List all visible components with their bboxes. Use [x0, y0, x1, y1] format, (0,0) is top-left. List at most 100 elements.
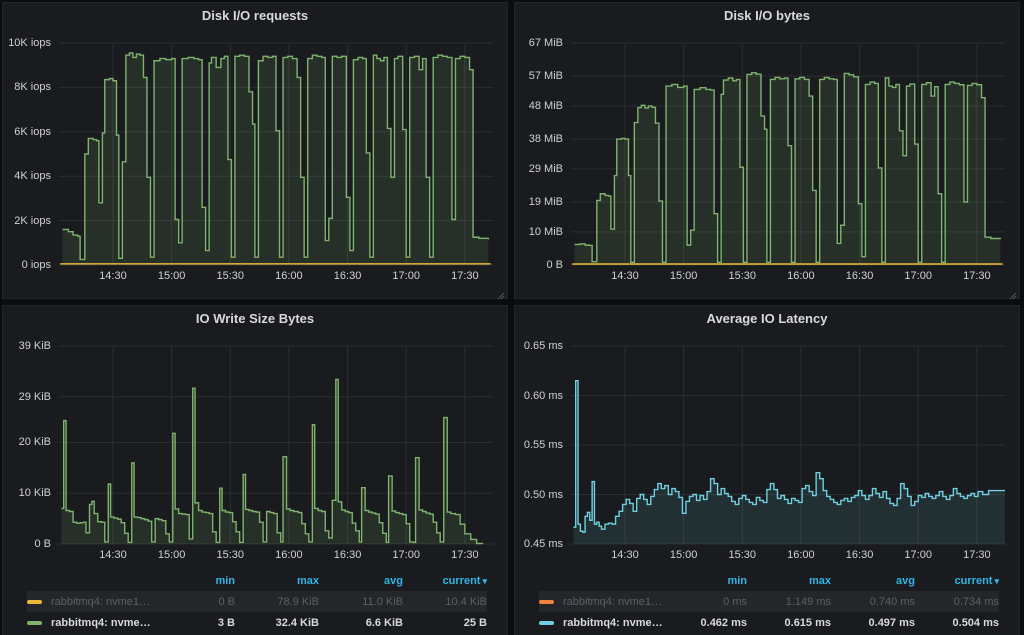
x-tick-label: 17:00	[392, 549, 420, 561]
legend-avg-value: 11.0 KiB	[319, 596, 403, 608]
x-tick-label: 14:30	[99, 270, 127, 282]
legend-row: rabbitmq4: nvme1n1: write 0 B 78.9 KiB 1…	[27, 591, 487, 612]
y-tick-label: 0 iops	[22, 259, 51, 271]
series-name[interactable]: rabbitmq4: nvme1n1: write	[51, 596, 151, 608]
panel-title[interactable]: Disk I/O requests	[3, 3, 507, 29]
series-name[interactable]: rabbitmq4: nvme1n1: write	[563, 596, 663, 608]
y-axis: 67 MiB57 MiB48 MiB38 MiB29 MiB19 MiB10 M…	[515, 43, 571, 265]
y-tick-label: 0 B	[34, 538, 51, 550]
y-tick-label: 19 MiB	[529, 196, 563, 208]
series-fill	[573, 381, 1005, 544]
x-tick-label: 15:00	[158, 549, 186, 561]
x-tick-label: 14:30	[611, 549, 639, 561]
y-tick-label: 38 MiB	[529, 133, 563, 145]
chart-canvas	[59, 43, 493, 265]
y-tick-label: 6K iops	[14, 126, 51, 138]
series-color-swatch[interactable]	[27, 621, 42, 625]
resize-handle-icon[interactable]	[496, 287, 505, 296]
legend-col-avg[interactable]: avg	[831, 575, 915, 587]
panel-title[interactable]: Average IO Latency	[515, 306, 1019, 332]
x-tick-label: 16:00	[787, 549, 815, 561]
y-tick-label: 10 MiB	[529, 226, 563, 238]
panel-title[interactable]: Disk I/O bytes	[515, 3, 1019, 29]
legend-avg-value: 0.497 ms	[831, 617, 915, 629]
legend-current-value: 0.734 ms	[915, 596, 999, 608]
legend-col-current[interactable]: current▾	[915, 575, 999, 587]
resize-handle-icon[interactable]	[1008, 287, 1017, 296]
legend-max-value: 1.149 ms	[747, 596, 831, 608]
legend-col-avg[interactable]: avg	[319, 575, 403, 587]
x-axis: 14:30 15:00 15:30 16:00 16:30 17:00 17:30	[571, 544, 1005, 566]
x-tick-label: 15:00	[670, 549, 698, 561]
x-tick-label: 16:30	[846, 270, 874, 282]
x-tick-label: 15:30	[728, 549, 756, 561]
y-axis: 39 KiB29 KiB20 KiB10 KiB0 B	[3, 346, 59, 544]
legend-col-min[interactable]: min	[663, 575, 747, 587]
y-tick-label: 10K iops	[8, 37, 51, 49]
y-tick-label: 48 MiB	[529, 100, 563, 112]
sort-caret-icon: ▾	[994, 576, 999, 586]
x-tick-label: 17:00	[904, 549, 932, 561]
sort-caret-icon: ▾	[482, 576, 487, 586]
y-tick-label: 8K iops	[14, 81, 51, 93]
legend-col-min[interactable]: min	[151, 575, 235, 587]
x-tick-label: 16:00	[275, 549, 303, 561]
panel-io-write-size-bytes: IO Write Size Bytes 39 KiB 29 KiB 20 KiB 10…	[2, 305, 508, 635]
y-tick-label: 57 MiB	[529, 70, 563, 82]
series-name[interactable]: rabbitmq4: nvme0n1: write	[51, 617, 151, 629]
panel-disk-io-requests: Disk I/O requests 10K iops 8K iops 6K iops…	[2, 2, 508, 299]
legend-col-max[interactable]: max	[747, 575, 831, 587]
legend-min-value: 0 ms	[663, 596, 747, 608]
legend-current-value: 10.4 KiB	[403, 596, 487, 608]
series-color-swatch[interactable]	[539, 621, 554, 625]
y-tick-label: 67 MiB	[529, 37, 563, 49]
y-tick-label: 10 KiB	[19, 487, 51, 499]
x-axis: 14:3015:0015:3016:0016:3017:0017:30	[59, 265, 493, 287]
y-tick-label: 20 KiB	[19, 436, 51, 448]
y-axis: 0.65 ms0.60 ms0.55 ms0.50 ms0.45 ms	[515, 346, 571, 544]
series-color-swatch[interactable]	[539, 600, 554, 604]
x-tick-label: 16:30	[334, 270, 362, 282]
legend-header: min max avg current▾	[539, 570, 999, 591]
plot-area[interactable]	[571, 346, 1005, 544]
legend-max-value: 32.4 KiB	[235, 617, 319, 629]
x-axis: 14:3015:0015:3016:0016:3017:0017:30	[571, 265, 1005, 287]
x-tick-label: 17:30	[963, 270, 991, 282]
y-tick-label: 0.50 ms	[524, 489, 563, 501]
legend-col-current[interactable]: current▾	[403, 575, 487, 587]
x-tick-label: 17:30	[963, 549, 991, 561]
y-tick-label: 0.65 ms	[524, 340, 563, 352]
legend-row: rabbitmq4: nvme0n1: write 0.462 ms 0.615…	[539, 612, 999, 633]
series-name[interactable]: rabbitmq4: nvme0n1: write	[563, 617, 663, 629]
legend-row: rabbitmq4: nvme0n1: write 3 B 32.4 KiB 6…	[27, 612, 487, 633]
x-axis: 14:3015:0015:3016:0016:3017:0017:30	[59, 544, 493, 566]
legend-current-value: 0.504 ms	[915, 617, 999, 629]
legend-table: min max avg current▾ rabbitmq4: nvme1n1:…	[539, 570, 999, 633]
y-tick-label: 0.60 ms	[524, 390, 563, 402]
y-tick-label: 29 KiB	[19, 391, 51, 403]
x-tick-label: 17:30	[451, 270, 479, 282]
panel-title[interactable]: IO Write Size Bytes	[3, 306, 507, 332]
x-tick-label: 16:30	[846, 549, 874, 561]
x-tick-label: 17:00	[392, 270, 420, 282]
chart-canvas	[571, 43, 1005, 265]
legend-max-value: 0.615 ms	[747, 617, 831, 629]
y-tick-label: 0.45 ms	[524, 538, 563, 550]
legend-max-value: 78.9 KiB	[235, 596, 319, 608]
x-tick-label: 16:00	[275, 270, 303, 282]
x-tick-label: 16:00	[787, 270, 815, 282]
legend-avg-value: 6.6 KiB	[319, 617, 403, 629]
series-color-swatch[interactable]	[27, 600, 42, 604]
chart-canvas	[571, 346, 1005, 544]
plot-area[interactable]	[571, 43, 1005, 265]
x-tick-label: 17:30	[451, 549, 479, 561]
plot-area[interactable]	[59, 43, 493, 265]
dashboard-grid: Disk I/O requests 10K iops 8K iops 6K iops…	[0, 0, 1024, 635]
x-tick-label: 15:30	[216, 270, 244, 282]
legend-col-max[interactable]: max	[235, 575, 319, 587]
legend-header: min max avg current▾	[27, 570, 487, 591]
y-tick-label: 39 KiB	[19, 340, 51, 352]
y-tick-label: 29 MiB	[529, 163, 563, 175]
plot-area[interactable]	[59, 346, 493, 544]
panel-disk-io-bytes: Disk I/O bytes 67 MiB 57 MiB 48 MiB 38 MiB 2…	[514, 2, 1020, 299]
